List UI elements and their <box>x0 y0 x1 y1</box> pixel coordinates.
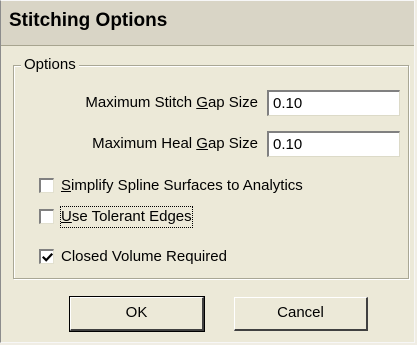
stitch-gap-label-accel: G <box>196 94 208 111</box>
simplify-spline-label-rest: implify Spline Surfaces to Analytics <box>71 177 303 194</box>
simplify-spline-checkbox[interactable] <box>39 178 54 193</box>
tolerant-edges-checkbox[interactable] <box>39 209 54 224</box>
heal-gap-label-post: ap Size <box>207 135 258 152</box>
closed-volume-label: Closed Volume Required <box>61 248 227 265</box>
checkmark-icon <box>42 252 53 262</box>
tolerant-edges-label-accel: U <box>61 208 72 225</box>
ok-button[interactable]: OK <box>69 296 205 332</box>
dialog-title: Stitching Options <box>9 10 168 31</box>
tolerant-edges-label: Use Tolerant Edges <box>60 206 193 228</box>
stitch-gap-label: Maximum Stitch Gap Size <box>85 94 258 112</box>
heal-gap-label-accel: G <box>196 135 208 152</box>
title-bar[interactable]: Stitching Options <box>1 1 414 46</box>
heal-gap-label: Maximum Heal Gap Size <box>92 135 258 153</box>
cancel-button[interactable]: Cancel <box>234 297 368 331</box>
heal-gap-label-pre: Maximum Heal <box>92 135 197 152</box>
options-group-legend: Options <box>21 57 79 73</box>
closed-volume-checkbox[interactable] <box>39 249 54 264</box>
tolerant-edges-label-rest: se Tolerant Edges <box>71 208 192 225</box>
stitch-gap-label-pre: Maximum Stitch <box>85 94 197 111</box>
simplify-spline-label: Simplify Spline Surfaces to Analytics <box>61 176 303 196</box>
stitching-options-dialog: Stitching Options Options Maximum Stitch… <box>0 0 415 343</box>
stitch-gap-input[interactable] <box>267 90 400 116</box>
heal-gap-input[interactable] <box>267 131 400 157</box>
simplify-spline-label-accel: S <box>61 177 72 194</box>
stitch-gap-label-post: ap Size <box>207 94 258 111</box>
